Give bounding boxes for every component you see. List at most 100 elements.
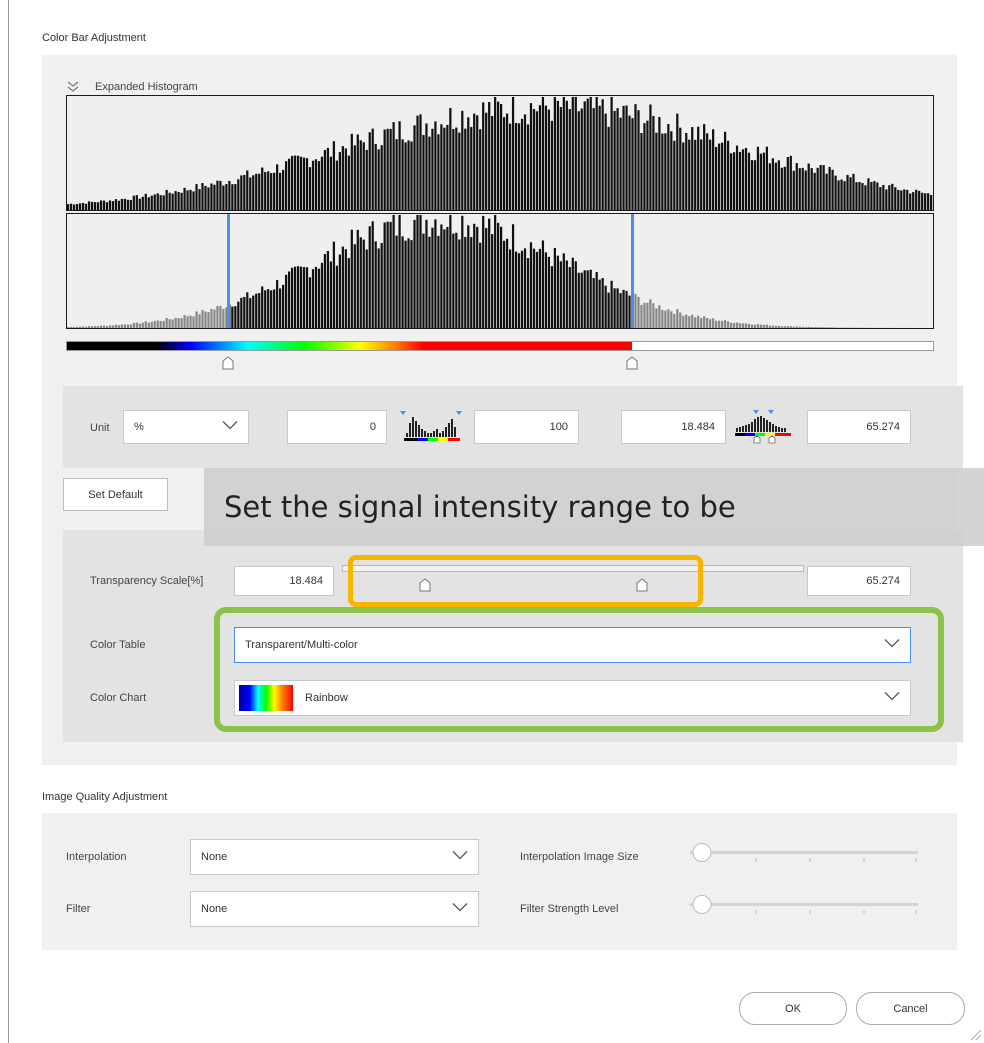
color-chart-label: Color Chart <box>90 692 147 704</box>
colorbar-lower-thumb[interactable] <box>222 356 234 370</box>
interpolation-label: Interpolation <box>66 851 127 863</box>
filter-strength-slider[interactable] <box>690 894 920 920</box>
histogram-bar <box>117 325 121 328</box>
histogram-bar <box>873 181 876 210</box>
histogram-bar <box>741 323 745 328</box>
histogram-bar <box>646 120 649 210</box>
histogram-bar <box>153 194 156 210</box>
window-min-input[interactable]: 18.484 <box>621 410 726 444</box>
range-min-input[interactable]: 0 <box>287 410 387 444</box>
histogram-bar <box>446 124 449 210</box>
histogram-bar <box>494 97 497 210</box>
ok-button[interactable]: OK <box>739 992 847 1025</box>
histogram-bar <box>735 145 739 210</box>
histogram-bar <box>601 278 604 328</box>
histogram-bar <box>598 279 601 328</box>
interpolation-size-slider[interactable] <box>690 842 920 868</box>
histogram-bar <box>320 156 324 210</box>
histogram-bar <box>273 289 276 328</box>
histogram-bar <box>404 240 407 328</box>
histogram-bar <box>165 189 168 210</box>
double-chevron-down-icon[interactable] <box>66 80 80 94</box>
histogram-bar <box>195 184 198 210</box>
histogram-bar <box>649 299 652 328</box>
histogram-bar <box>482 215 485 328</box>
histogram-bar <box>604 113 607 210</box>
histogram-bar <box>732 152 736 210</box>
histogram-bar <box>305 158 309 210</box>
histogram-bar <box>717 143 721 210</box>
histogram-bar <box>201 309 204 328</box>
histogram-bar <box>204 185 207 210</box>
range-max-input[interactable]: 100 <box>474 410 579 444</box>
filter-dropdown[interactable]: None <box>190 891 479 927</box>
histogram-bar <box>547 109 551 210</box>
histogram-bar <box>105 202 109 210</box>
histogram-bar <box>577 272 580 328</box>
histogram-bar <box>491 115 494 210</box>
full-range-histogram-icon[interactable] <box>400 409 464 445</box>
histogram-bar <box>308 277 312 328</box>
histogram-bar <box>78 203 82 210</box>
histogram-bar <box>688 139 691 210</box>
histogram-bar <box>750 160 754 210</box>
expanded-histogram-label[interactable]: Expanded Histogram <box>95 81 198 93</box>
histogram-bar <box>431 128 434 210</box>
histogram-bar <box>798 168 801 210</box>
colorbar-upper-thumb[interactable] <box>626 356 638 370</box>
histogram-bar <box>514 251 518 328</box>
histogram-bar <box>879 187 882 210</box>
histogram-bar <box>261 167 264 210</box>
histogram-bar <box>777 160 780 210</box>
histogram-bar <box>159 195 162 210</box>
histogram-bar <box>786 326 789 328</box>
histogram-bar <box>467 225 470 328</box>
histogram-bar <box>320 262 324 328</box>
histogram-bar <box>747 152 751 210</box>
histogram-bar <box>299 266 303 328</box>
histogram-bar <box>804 170 807 210</box>
histogram-bar <box>368 226 371 328</box>
set-default-button[interactable]: Set Default <box>63 478 168 511</box>
histogram-bar <box>643 302 646 328</box>
histogram-bar <box>652 303 655 328</box>
histogram-bar <box>210 183 213 210</box>
histogram-bar <box>338 152 341 210</box>
histogram-bar <box>335 265 338 328</box>
histogram-bar <box>81 202 85 210</box>
upper-window-marker[interactable] <box>631 214 634 328</box>
histogram-bar <box>437 134 440 210</box>
histogram-bar <box>580 108 583 210</box>
histogram-bar <box>738 323 742 328</box>
chevron-down-icon <box>452 851 468 864</box>
lower-window-marker[interactable] <box>227 214 230 328</box>
histogram-bar <box>431 227 434 328</box>
histogram-bar <box>741 149 745 210</box>
histogram-bar <box>93 202 97 210</box>
histogram-bar <box>219 180 222 210</box>
cancel-button[interactable]: Cancel <box>856 992 965 1025</box>
histogram-bar <box>562 97 565 210</box>
histogram-bar <box>735 322 739 328</box>
histogram-bar <box>282 284 285 328</box>
histogram-bar <box>240 297 243 328</box>
transparency-max-input[interactable]: 65.274 <box>807 566 911 596</box>
histogram-bar <box>505 113 509 210</box>
histogram-bar <box>556 255 559 328</box>
histogram-bar <box>723 320 727 328</box>
histogram-bar <box>416 215 419 328</box>
resize-grip-icon[interactable] <box>968 1027 982 1041</box>
window-range-histogram-icon[interactable] <box>733 408 797 446</box>
transparency-min-input[interactable]: 18.484 <box>234 566 334 596</box>
histogram-bar <box>664 133 667 210</box>
histogram-bar <box>768 325 771 328</box>
interpolation-dropdown[interactable]: None <box>190 839 479 875</box>
histogram-bar <box>858 181 861 210</box>
histogram-bar <box>697 315 700 328</box>
unit-dropdown[interactable]: % <box>123 410 249 444</box>
histogram-bar <box>90 201 94 210</box>
window-max-input[interactable]: 65.274 <box>807 410 911 444</box>
histogram-bar <box>347 258 350 328</box>
histogram-bar <box>102 325 106 328</box>
histogram-bar <box>290 267 294 328</box>
